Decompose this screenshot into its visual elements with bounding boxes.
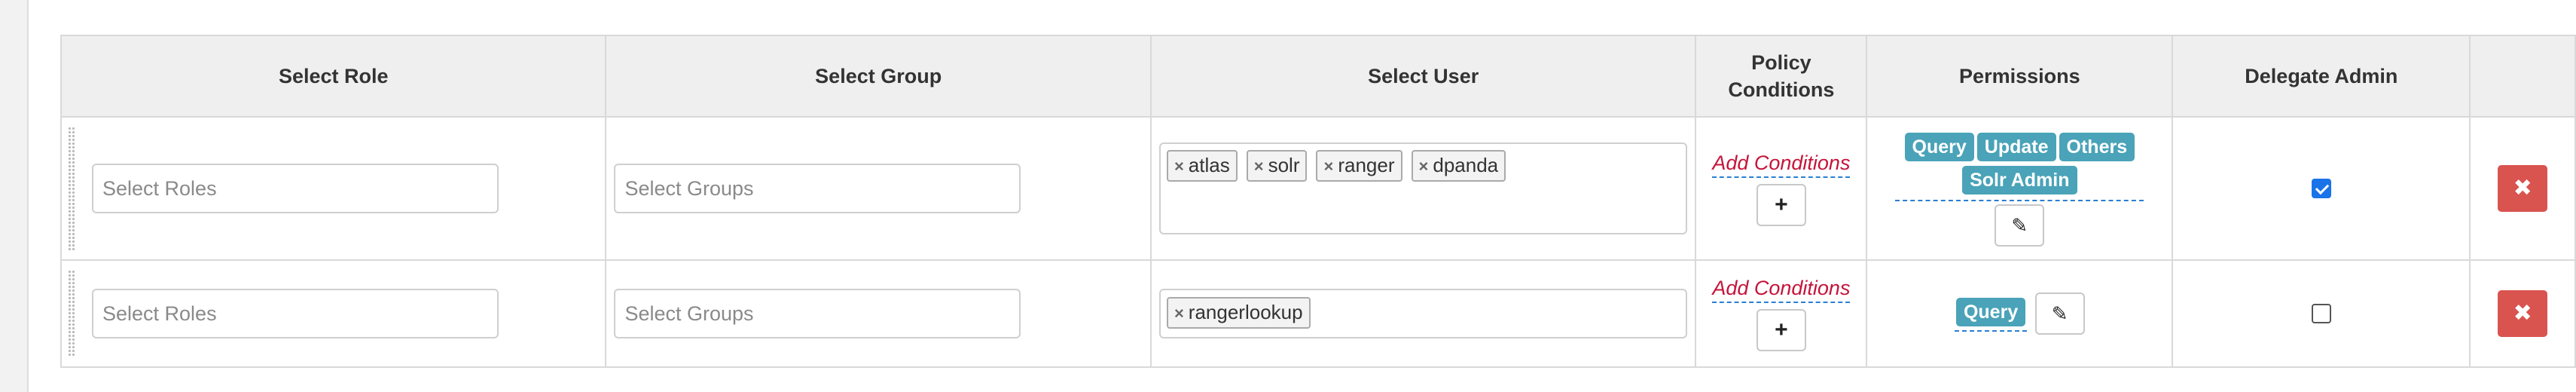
- select-roles-input[interactable]: Select Roles: [92, 164, 499, 213]
- remove-tag-icon[interactable]: ×: [1174, 157, 1184, 176]
- delegate-admin-checkbox[interactable]: [2311, 304, 2331, 323]
- user-tag-label: atlas: [1188, 154, 1230, 176]
- header-policy-conditions-line1: Policy: [1751, 51, 1811, 74]
- add-condition-button[interactable]: +: [1756, 308, 1806, 351]
- role-cell: Select Roles: [60, 116, 607, 261]
- permissions-cell: Query ✎: [1866, 259, 2174, 368]
- actions-cell: ✖: [2469, 259, 2576, 368]
- table-row: Select Roles Select Groups × rangerlookup…: [60, 259, 2576, 368]
- header-actions: [2469, 35, 2576, 118]
- plus-icon: +: [1775, 191, 1788, 217]
- delegate-admin-cell: [2172, 116, 2471, 261]
- group-cell: Select Groups: [605, 116, 1152, 261]
- conditions-cell: Add Conditions +: [1695, 259, 1868, 368]
- table-header-row: Select Role Select Group Select User Pol…: [60, 35, 2576, 118]
- select-groups-input[interactable]: Select Groups: [614, 164, 1021, 213]
- conditions-cell: Add Conditions +: [1695, 116, 1868, 261]
- header-select-group: Select Group: [605, 35, 1152, 118]
- permission-badge: Update: [1976, 133, 2056, 161]
- pencil-icon: ✎: [2011, 214, 2028, 237]
- actions-cell: ✖: [2469, 116, 2576, 261]
- edit-permissions-button[interactable]: ✎: [2034, 292, 2085, 335]
- user-tag: × dpanda: [1411, 150, 1506, 182]
- user-cell: × atlas × solr × ranger × dpanda: [1149, 116, 1697, 261]
- user-tag: × solr: [1246, 150, 1308, 182]
- policy-items-table: Select Role Select Group Select User Pol…: [60, 35, 2576, 368]
- user-tag-label: ranger: [1338, 154, 1395, 176]
- permissions-cell: Query Update Others Solr Admin ✎: [1866, 116, 2174, 261]
- remove-tag-icon[interactable]: ×: [1174, 304, 1184, 323]
- drag-handle-icon[interactable]: [68, 270, 75, 357]
- user-tag-label: dpanda: [1433, 154, 1499, 176]
- group-cell: Select Groups: [605, 259, 1152, 368]
- permission-badge: Solr Admin: [1962, 166, 2077, 194]
- permission-badge: Query: [1904, 133, 1974, 161]
- user-cell: × rangerlookup: [1149, 259, 1697, 368]
- user-tag-label: solr: [1268, 154, 1300, 176]
- remove-tag-icon[interactable]: ×: [1419, 157, 1429, 176]
- add-conditions-link[interactable]: Add Conditions: [1712, 277, 1851, 303]
- permission-badge: Others: [2059, 133, 2135, 161]
- add-conditions-link[interactable]: Add Conditions: [1712, 152, 1851, 178]
- header-delegate-admin: Delegate Admin: [2172, 35, 2471, 118]
- select-users-input[interactable]: × atlas × solr × ranger × dpanda: [1158, 142, 1688, 234]
- select-roles-input[interactable]: Select Roles: [92, 289, 499, 338]
- pencil-icon: ✎: [2051, 302, 2068, 325]
- user-tag: × atlas: [1166, 150, 1238, 182]
- edit-permissions-button[interactable]: ✎: [1995, 204, 2045, 247]
- header-select-user: Select User: [1149, 35, 1697, 118]
- role-cell: Select Roles: [60, 259, 607, 368]
- select-users-input[interactable]: × rangerlookup: [1158, 289, 1688, 338]
- remove-tag-icon[interactable]: ×: [1323, 157, 1333, 176]
- select-groups-input[interactable]: Select Groups: [614, 289, 1021, 338]
- plus-icon: +: [1775, 317, 1788, 342]
- delete-row-button[interactable]: ✖: [2498, 165, 2548, 212]
- header-policy-conditions-line2: Conditions: [1728, 78, 1835, 101]
- user-tag: × ranger: [1316, 150, 1402, 182]
- delete-row-button[interactable]: ✖: [2498, 290, 2548, 337]
- delegate-admin-cell: [2172, 259, 2471, 368]
- header-select-role: Select Role: [60, 35, 607, 118]
- remove-tag-icon[interactable]: ×: [1254, 157, 1264, 176]
- close-icon: ✖: [2513, 301, 2532, 326]
- table-row: Select Roles Select Groups × atlas × solr × r…: [60, 116, 2576, 261]
- header-permissions: Permissions: [1866, 35, 2174, 118]
- permission-badge: Query: [1955, 298, 2026, 326]
- user-tag-label: rangerlookup: [1188, 301, 1303, 323]
- close-icon: ✖: [2513, 176, 2532, 201]
- user-tag: × rangerlookup: [1166, 297, 1311, 329]
- header-policy-conditions: Policy Conditions: [1695, 35, 1868, 118]
- delegate-admin-checkbox[interactable]: [2311, 179, 2331, 198]
- drag-handle-icon[interactable]: [68, 127, 75, 250]
- add-condition-button[interactable]: +: [1756, 183, 1806, 226]
